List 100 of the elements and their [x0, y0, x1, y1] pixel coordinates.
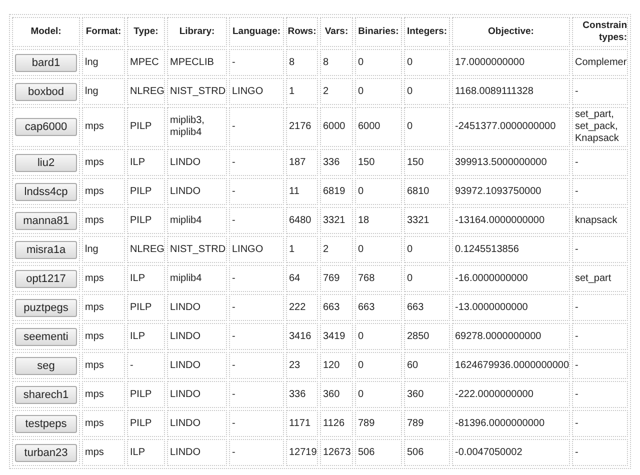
- table-cell-text: 0: [407, 56, 414, 68]
- table-cell-text: 6480: [289, 214, 312, 226]
- table-cell-text: -: [232, 272, 236, 284]
- table-cell-text: 17.0000000000: [455, 56, 526, 68]
- table-cell-text: -: [575, 86, 580, 98]
- table-cell-text: -: [232, 418, 236, 430]
- column-header: Objective:: [487, 26, 535, 38]
- table-cell-text: -: [575, 388, 580, 400]
- table-cell-text: 6810: [407, 186, 430, 198]
- table-cell-text: 0: [407, 272, 414, 284]
- table-cell-text: 150: [407, 156, 425, 168]
- table-cell-text: 3419: [323, 330, 346, 342]
- table-cell-text: 360: [323, 388, 341, 400]
- table-cell-text: -: [575, 302, 580, 314]
- table-cell-text: 663: [323, 302, 341, 314]
- table-cell-text: 360: [407, 388, 425, 400]
- table-cell-text: -: [232, 121, 236, 133]
- model-button[interactable]: cap6000: [15, 118, 77, 136]
- table-cell-text: 6000: [323, 121, 346, 133]
- column-header: Rows:: [287, 26, 317, 38]
- model-button[interactable]: seementi: [15, 328, 77, 346]
- table-cell-text: 18: [358, 214, 370, 226]
- table-cell-text: lng: [85, 86, 100, 98]
- table-cell-text: LINDO: [170, 186, 202, 198]
- table-cell-text: mps: [85, 272, 105, 284]
- table-cell-text: -: [575, 446, 580, 458]
- column-header: Binaries:: [357, 26, 400, 38]
- column-header: Constrain types:: [582, 20, 627, 44]
- table-cell-text: miplib3, miplib4: [170, 115, 206, 139]
- column-header: Language:: [231, 26, 282, 38]
- table-cell-text: MPECLIB: [170, 56, 215, 68]
- table-cell-text: 789: [358, 418, 376, 430]
- table-cell-text: set_part: [575, 272, 612, 284]
- table-cell-text: 1168.0089111328: [455, 86, 534, 98]
- table-cell-text: mps: [85, 418, 105, 430]
- table-cell-text: 69278.0000000000: [455, 330, 542, 342]
- table-cell-text: LINGO: [232, 86, 264, 98]
- table-cell-text: 0: [407, 86, 414, 98]
- table-cell-text: ILP: [130, 272, 146, 284]
- table-cell-text: 336: [289, 388, 307, 400]
- table-cell-text: 0: [358, 86, 365, 98]
- table-cell: 12673: [323, 446, 350, 458]
- model-button[interactable]: manna81: [15, 212, 77, 230]
- model-button[interactable]: liu2: [15, 154, 77, 172]
- table-cell-text: 0: [358, 388, 365, 400]
- table-cell-text: LINDO: [170, 388, 202, 400]
- model-button[interactable]: puztpegs: [15, 298, 77, 316]
- table-cell-text: PILP: [130, 388, 153, 400]
- column-header: Type:: [132, 26, 160, 38]
- table-cell-text: LINDO: [170, 446, 202, 458]
- table-cell-text: miplib4: [170, 272, 203, 284]
- table-cell-text: 0: [358, 244, 365, 256]
- table-cell-text: 8: [323, 56, 330, 68]
- table-cell-text: mps: [85, 186, 105, 198]
- model-button[interactable]: sharech1: [15, 386, 77, 404]
- table-cell-text: 0: [407, 121, 414, 133]
- column-header: Vars:: [324, 26, 350, 38]
- table-cell-text: 1171: [289, 418, 312, 430]
- table-cell-text: -81396.0000000000: [455, 418, 546, 430]
- table-cell-text: 506: [358, 446, 376, 458]
- table-cell-text: PILP: [130, 418, 153, 430]
- table-cell-text: 0: [358, 56, 365, 68]
- table-cell-text: LINDO: [170, 418, 202, 430]
- table-cell-text: mps: [85, 214, 105, 226]
- table-cell-text: 23: [289, 360, 302, 372]
- table-cell-text: -: [232, 446, 236, 458]
- model-button[interactable]: misra1a: [15, 240, 77, 258]
- table-cell-text: 1: [289, 86, 296, 98]
- model-button[interactable]: turban23: [15, 444, 77, 462]
- table-cell-text: mps: [85, 302, 105, 314]
- table-cell-text: LINDO: [170, 156, 202, 168]
- model-button[interactable]: boxbod: [15, 82, 77, 100]
- table-cell-text: -: [232, 156, 236, 168]
- table-cell-text: lng: [85, 244, 100, 256]
- table-cell-text: -: [232, 186, 236, 198]
- model-button[interactable]: lndss4cp: [15, 182, 77, 200]
- model-button[interactable]: seg: [15, 356, 77, 374]
- model-button[interactable]: bard1: [15, 54, 77, 72]
- table-cell-text: set_part, set_pack, Knapsack: [575, 109, 620, 145]
- table-cell-text: mps: [85, 388, 105, 400]
- table-cell-text: LINGO: [232, 244, 264, 256]
- table-cell-text: 0.1245513856: [455, 244, 520, 256]
- table-cell-text: knapsack: [575, 214, 618, 226]
- model-button[interactable]: testpeps: [15, 414, 77, 432]
- table-cell-text: LINDO: [170, 360, 202, 372]
- table-cell-text: -: [575, 360, 580, 372]
- column-header: Library:: [178, 26, 216, 38]
- table-cell-text: 0: [358, 186, 365, 198]
- table-cell-text: 769: [323, 272, 341, 284]
- table-cell-text: mps: [85, 330, 105, 342]
- table-cell: 1624679936.0000000000: [455, 360, 567, 372]
- table-cell-text: 663: [407, 302, 425, 314]
- table-cell-text: -: [232, 360, 236, 372]
- table-cell-text: lng: [85, 56, 100, 68]
- model-button[interactable]: opt1217: [15, 270, 77, 288]
- table-cell-text: 0: [358, 360, 365, 372]
- table-cell: NLREG: [130, 86, 162, 98]
- table-cell-text: 3321: [323, 214, 346, 226]
- column-header: Format:: [84, 26, 122, 38]
- table-cell-text: 3416: [289, 330, 312, 342]
